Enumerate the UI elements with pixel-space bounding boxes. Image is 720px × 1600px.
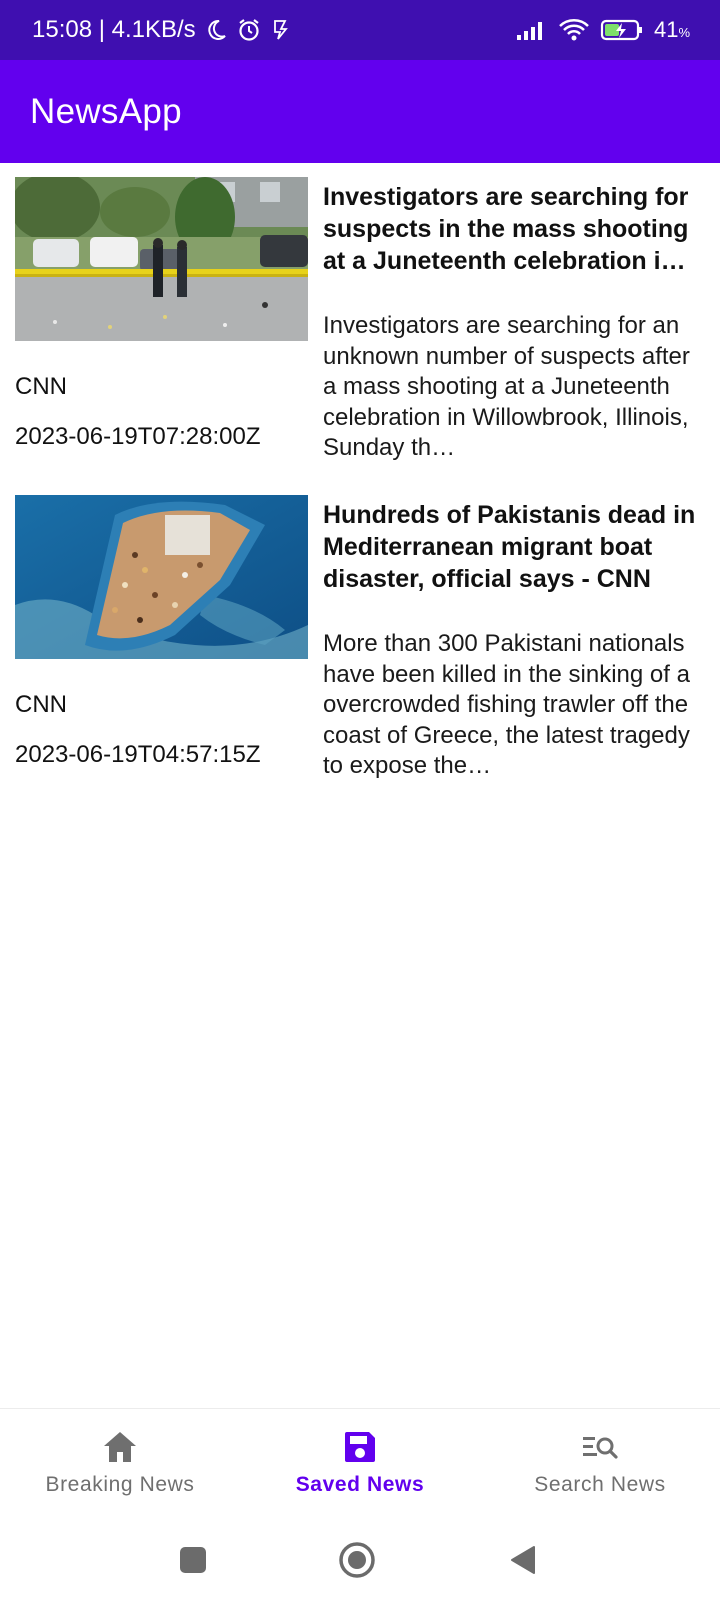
article-title[interactable]: Investigators are searching for suspects… [323,181,708,277]
article-date: 2023-06-19T04:57:15Z [15,741,261,768]
article-description: More than 300 Pakistani nationals have b… [323,630,690,779]
wifi-icon [558,18,590,42]
article-item[interactable]: Hundreds of Pakistanis dead in Mediterra… [0,481,720,799]
system-navigation-bar [0,1520,720,1600]
save-icon [340,1427,380,1467]
home-button[interactable] [337,1540,377,1580]
article-list[interactable]: Investigators are searching for suspects… [0,163,720,799]
signal-icon [516,19,548,41]
sim-icon [270,18,290,42]
battery-percent: 41% [654,17,690,43]
status-time-speed: 15:08 | 4.1KB/s [32,16,196,43]
status-bar: 15:08 | 4.1KB/s 41% [0,0,720,60]
search-list-icon [580,1427,620,1467]
shooting-scene-image [15,177,308,341]
battery-percent-unit: % [678,25,690,40]
square-icon [180,1547,206,1573]
triangle-back-icon [511,1546,535,1574]
article-date: 2023-06-19T07:28:00Z [15,423,261,450]
migrant-boat-image [15,495,308,659]
battery-percent-value: 41 [653,17,679,42]
article-thumbnail [15,177,308,341]
article-description: Investigators are searching for an unkno… [323,312,690,461]
alarm-icon [236,17,262,43]
article-title[interactable]: Hundreds of Pakistanis dead in Mediterra… [323,499,708,595]
home-icon [100,1427,140,1467]
nav-saved-news[interactable]: Saved News [240,1409,480,1520]
article-thumbnail [15,495,308,659]
article-source: CNN [15,373,67,400]
status-right: 41% [516,17,690,43]
article-source: CNN [15,691,67,718]
moon-icon [204,18,228,42]
nav-breaking-news-label: Breaking News [45,1473,195,1496]
nav-search-news-label: Search News [534,1473,666,1496]
back-button[interactable] [503,1540,543,1580]
battery-charging-icon [600,18,644,42]
status-left: 15:08 | 4.1KB/s [32,16,290,44]
app-bar: NewsApp [0,60,720,163]
article-item[interactable]: Investigators are searching for suspects… [0,163,720,481]
bottom-navigation: Breaking News Saved News Search News [0,1408,720,1520]
recent-apps-button[interactable] [173,1540,213,1580]
circle-icon [339,1542,375,1578]
nav-search-news[interactable]: Search News [480,1409,720,1520]
nav-breaking-news[interactable]: Breaking News [0,1409,240,1520]
nav-saved-news-label: Saved News [295,1473,425,1496]
app-title: NewsApp [30,91,182,131]
